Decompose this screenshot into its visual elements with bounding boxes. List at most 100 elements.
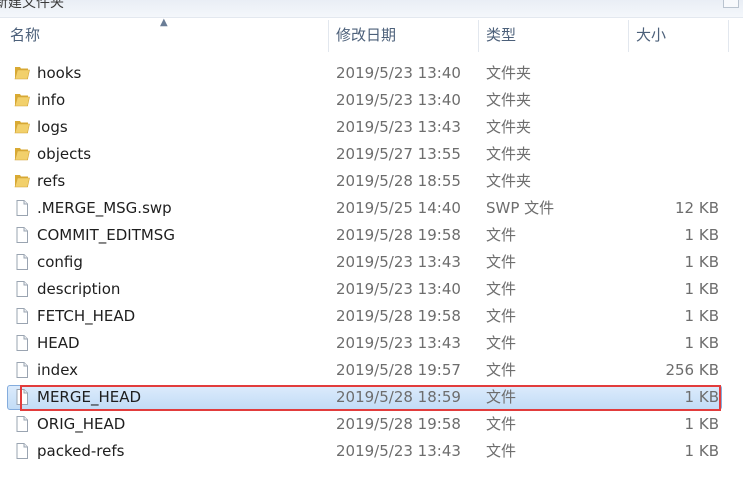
- file-type: 文件: [486, 361, 517, 379]
- file-modified-date: 2019/5/23 13:40: [336, 280, 461, 298]
- file-type: 文件: [486, 388, 517, 406]
- file-row[interactable]: COMMIT_EDITMSG 2019/5/28 19:58 文件 1 KB: [0, 222, 743, 249]
- file-modified-date: 2019/5/27 13:55: [336, 145, 461, 163]
- file-type: 文件夹: [486, 64, 532, 82]
- file-type: 文件: [486, 442, 517, 460]
- file-size: [600, 141, 719, 168]
- file-row[interactable]: refs 2019/5/28 18:55 文件夹: [0, 168, 743, 195]
- file-modified-date: 2019/5/23 13:43: [336, 253, 461, 271]
- folder-icon: [13, 118, 31, 136]
- file-name: logs: [37, 118, 68, 136]
- window-control-button[interactable]: [723, 0, 739, 8]
- file-name: FETCH_HEAD: [37, 307, 136, 325]
- file-size: 12 KB: [675, 199, 719, 217]
- file-type: 文件: [486, 253, 517, 271]
- file-icon: [13, 253, 31, 271]
- file-modified-date: 2019/5/28 18:59: [336, 388, 461, 406]
- file-row[interactable]: info 2019/5/23 13:40 文件夹: [0, 87, 743, 114]
- file-size: 256 KB: [665, 361, 719, 379]
- column-header-date[interactable]: 修改日期: [328, 18, 478, 52]
- file-name: .MERGE_MSG.swp: [37, 199, 172, 217]
- column-header: ▲ 名称 修改日期 类型 大小: [0, 18, 743, 52]
- file-modified-date: 2019/5/28 19:58: [336, 307, 461, 325]
- file-name: config: [37, 253, 83, 271]
- folder-icon: [13, 145, 31, 163]
- file-icon: [13, 442, 31, 460]
- file-size: 1 KB: [684, 226, 719, 244]
- file-row[interactable]: packed-refs 2019/5/23 13:43 文件 1 KB: [0, 438, 743, 465]
- window-title: 新建文件夹: [0, 0, 64, 11]
- file-modified-date: 2019/5/28 19:58: [336, 415, 461, 433]
- file-name: description: [37, 280, 121, 298]
- file-name: info: [37, 91, 66, 109]
- file-icon: [13, 199, 31, 217]
- file-size: [600, 60, 719, 87]
- file-row[interactable]: FETCH_HEAD 2019/5/28 19:58 文件 1 KB: [0, 303, 743, 330]
- file-row[interactable]: ORIG_HEAD 2019/5/28 19:58 文件 1 KB: [0, 411, 743, 438]
- file-modified-date: 2019/5/28 19:58: [336, 226, 461, 244]
- file-name: packed-refs: [37, 442, 125, 460]
- file-row-selected[interactable]: MERGE_HEAD 2019/5/28 18:59 文件 1 KB: [0, 384, 743, 411]
- file-modified-date: 2019/5/25 14:40: [336, 199, 461, 217]
- file-modified-date: 2019/5/23 13:40: [336, 91, 461, 109]
- file-row[interactable]: objects 2019/5/27 13:55 文件夹: [0, 141, 743, 168]
- file-size: 1 KB: [684, 307, 719, 325]
- file-row[interactable]: description 2019/5/23 13:40 文件 1 KB: [0, 276, 743, 303]
- file-modified-date: 2019/5/23 13:43: [336, 442, 461, 460]
- file-modified-date: 2019/5/23 13:43: [336, 334, 461, 352]
- file-row[interactable]: index 2019/5/28 19:57 文件 256 KB: [0, 357, 743, 384]
- file-name: ORIG_HEAD: [37, 415, 126, 433]
- file-icon: [13, 280, 31, 298]
- file-type: 文件夹: [486, 91, 532, 109]
- file-name: COMMIT_EDITMSG: [37, 226, 175, 244]
- file-icon: [13, 307, 31, 325]
- folder-icon: [13, 172, 31, 190]
- file-size: 1 KB: [684, 280, 719, 298]
- folder-icon: [13, 91, 31, 109]
- file-icon: [13, 415, 31, 433]
- file-size: [600, 87, 719, 114]
- file-name: objects: [37, 145, 92, 163]
- file-icon: [13, 334, 31, 352]
- file-size: 1 KB: [684, 442, 719, 460]
- file-row[interactable]: HEAD 2019/5/23 13:43 文件 1 KB: [0, 330, 743, 357]
- column-header-type[interactable]: 类型: [478, 18, 628, 52]
- file-size: 1 KB: [684, 253, 719, 271]
- file-size: 1 KB: [684, 415, 719, 433]
- file-size: 1 KB: [684, 334, 719, 352]
- file-row[interactable]: logs 2019/5/23 13:43 文件夹: [0, 114, 743, 141]
- file-icon: [13, 226, 31, 244]
- file-name: HEAD: [37, 334, 80, 352]
- file-type: SWP 文件: [486, 199, 555, 217]
- file-type: 文件夹: [486, 172, 532, 190]
- title-bar: 新建文件夹: [0, 0, 743, 18]
- file-size: [600, 168, 719, 195]
- file-type: 文件夹: [486, 145, 532, 163]
- file-modified-date: 2019/5/23 13:43: [336, 118, 461, 136]
- file-name: hooks: [37, 64, 82, 82]
- file-modified-date: 2019/5/23 13:40: [336, 64, 461, 82]
- file-name: index: [37, 361, 79, 379]
- file-modified-date: 2019/5/28 19:57: [336, 361, 461, 379]
- file-row[interactable]: config 2019/5/23 13:43 文件 1 KB: [0, 249, 743, 276]
- folder-icon: [13, 64, 31, 82]
- file-type: 文件: [486, 307, 517, 325]
- file-type: 文件夹: [486, 118, 532, 136]
- file-list: hooks 2019/5/23 13:40 文件夹 info 2019/5/23 13:…: [0, 60, 743, 465]
- file-size: [600, 114, 719, 141]
- file-name: refs: [37, 172, 66, 190]
- file-name: MERGE_HEAD: [37, 388, 142, 406]
- file-type: 文件: [486, 280, 517, 298]
- column-header-size[interactable]: 大小: [628, 18, 728, 52]
- file-type: 文件: [486, 334, 517, 352]
- column-header-name[interactable]: 名称: [0, 18, 328, 52]
- file-icon: [13, 361, 31, 379]
- file-icon: [13, 388, 31, 406]
- file-row[interactable]: .MERGE_MSG.swp 2019/5/25 14:40 SWP 文件 12 KB: [0, 195, 743, 222]
- file-modified-date: 2019/5/28 18:55: [336, 172, 461, 190]
- file-type: 文件: [486, 226, 517, 244]
- file-type: 文件: [486, 415, 517, 433]
- file-size: 1 KB: [684, 388, 719, 406]
- file-row[interactable]: hooks 2019/5/23 13:40 文件夹: [0, 60, 743, 87]
- column-divider[interactable]: [728, 20, 729, 52]
